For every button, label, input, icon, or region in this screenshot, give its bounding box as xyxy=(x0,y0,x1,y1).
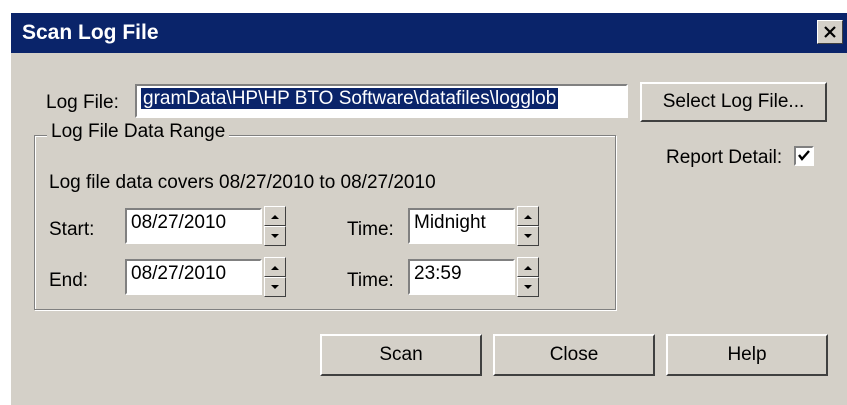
checkmark-icon xyxy=(798,150,810,161)
start-date-spin-up[interactable] xyxy=(264,206,286,226)
start-time-spinner[interactable] xyxy=(517,206,539,246)
close-window-button[interactable] xyxy=(817,20,843,44)
close-icon xyxy=(824,26,836,38)
spin-up-icon xyxy=(271,265,279,270)
spin-down-icon xyxy=(271,284,279,289)
spin-down-icon xyxy=(524,284,532,289)
coverage-text: Log file data covers 08/27/2010 to 08/27… xyxy=(49,172,436,193)
start-time-input[interactable]: Midnight xyxy=(408,208,515,244)
scan-button[interactable]: Scan xyxy=(320,334,482,376)
end-label: End: xyxy=(49,270,89,291)
end-date-spin-down[interactable] xyxy=(264,277,286,297)
start-date-input[interactable]: 08/27/2010 xyxy=(125,208,262,244)
start-time-spin-down[interactable] xyxy=(517,226,539,246)
spin-down-icon xyxy=(524,233,532,238)
report-detail-checkbox[interactable] xyxy=(794,146,814,166)
log-file-path: gramData\HP\HP BTO Software\datafiles\lo… xyxy=(141,88,559,109)
end-date-input[interactable]: 08/27/2010 xyxy=(125,259,262,295)
spin-up-icon xyxy=(524,265,532,270)
data-range-group-label: Log File Data Range xyxy=(47,121,230,143)
spin-up-icon xyxy=(271,214,279,219)
end-time-spin-down[interactable] xyxy=(517,277,539,297)
start-date-spinner[interactable] xyxy=(264,206,286,246)
start-label: Start: xyxy=(49,219,95,240)
window-title: Scan Log File xyxy=(22,21,159,44)
start-date-spin-down[interactable] xyxy=(264,226,286,246)
report-detail-label: Report Detail: xyxy=(666,147,783,168)
start-time-spin-up[interactable] xyxy=(517,206,539,226)
close-button[interactable]: Close xyxy=(493,334,655,376)
log-file-label: Log File: xyxy=(46,92,119,113)
title-bar[interactable]: Scan Log File xyxy=(11,13,847,53)
spin-up-icon xyxy=(524,214,532,219)
start-time-label: Time: xyxy=(347,219,394,240)
end-time-input[interactable]: 23:59 xyxy=(408,259,515,295)
end-time-label: Time: xyxy=(347,270,394,291)
select-log-file-button[interactable]: Select Log File... xyxy=(640,82,827,122)
end-time-spinner[interactable] xyxy=(517,257,539,297)
end-time-spin-up[interactable] xyxy=(517,257,539,277)
log-file-input[interactable]: gramData\HP\HP BTO Software\datafiles\lo… xyxy=(135,84,628,118)
end-date-spin-up[interactable] xyxy=(264,257,286,277)
spin-down-icon xyxy=(271,233,279,238)
help-button[interactable]: Help xyxy=(666,334,828,376)
end-date-spinner[interactable] xyxy=(264,257,286,297)
